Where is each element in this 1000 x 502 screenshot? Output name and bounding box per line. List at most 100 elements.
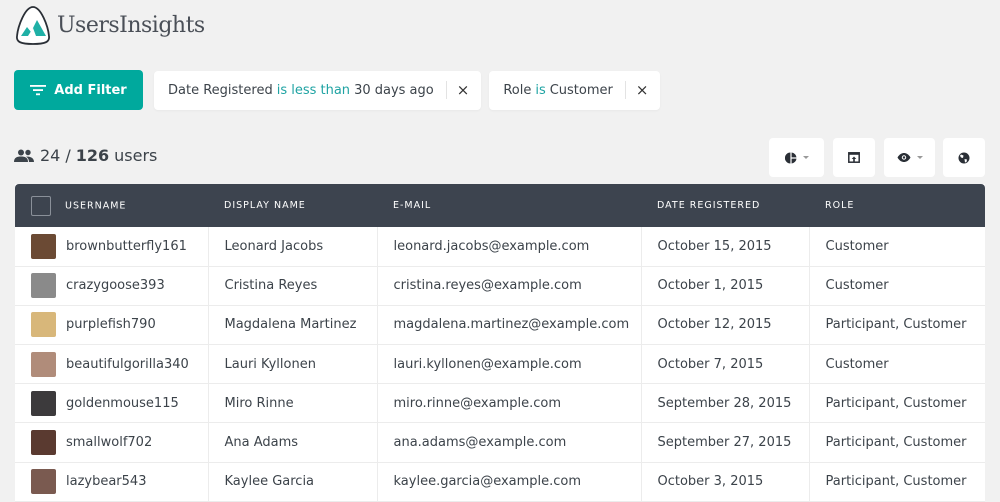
eye-icon xyxy=(897,153,910,162)
users-table: USERNAME DISPLAY NAME E-MAIL DATE REGIST… xyxy=(15,184,985,502)
filter-value: Customer xyxy=(549,82,613,98)
username-cell[interactable]: lazybear543 xyxy=(15,462,209,502)
pie-chart-icon xyxy=(784,152,796,163)
display-name-cell: Magdalena Martinez xyxy=(208,305,378,345)
username-cell[interactable]: goldenmouse115 xyxy=(15,383,209,423)
shown-count: 24 xyxy=(40,146,61,165)
username-cell[interactable]: purplefish790 xyxy=(15,305,209,345)
avatar xyxy=(31,469,56,495)
email-cell: leonard.jacobs@example.com xyxy=(377,227,642,267)
date-registered-cell: October 7, 2015 xyxy=(641,344,810,384)
filter-chip-role[interactable]: Role is Customer × xyxy=(489,70,661,110)
filter-icon xyxy=(30,85,47,96)
remove-filter-icon[interactable]: × xyxy=(636,81,649,99)
role-cell: Participant, Customer xyxy=(825,395,967,411)
filter-operator: is xyxy=(535,82,546,98)
role-cell: Participant, Customer xyxy=(825,435,967,451)
date-registered-cell: September 28, 2015 xyxy=(641,383,810,423)
filter-field: Role xyxy=(503,82,532,98)
avatar xyxy=(31,390,56,416)
username[interactable]: crazygoose393 xyxy=(66,278,165,293)
display-name-cell: Miro Rinne xyxy=(208,383,378,423)
username[interactable]: lazybear543 xyxy=(66,474,146,489)
username-cell[interactable]: brownbutterfly161 xyxy=(15,227,209,267)
date-registered-cell: September 27, 2015 xyxy=(641,422,810,463)
username[interactable]: goldenmouse115 xyxy=(66,396,179,411)
columns-visibility-button[interactable] xyxy=(884,138,935,177)
remove-filter-icon[interactable]: × xyxy=(457,81,470,99)
users-icon xyxy=(14,149,34,162)
column-header-username[interactable]: USERNAME xyxy=(15,184,208,227)
email-cell: miro.rinne@example.com xyxy=(377,383,642,423)
column-header-email[interactable]: E-MAIL xyxy=(377,184,641,227)
email-cell: ana.adams@example.com xyxy=(377,422,642,463)
display-name-cell: Ana Adams xyxy=(208,422,378,463)
count-separator: / xyxy=(65,146,71,165)
table-row[interactable]: goldenmouse115 Miro Rinne miro.rinne@examp… xyxy=(15,383,985,423)
date-registered-cell: October 15, 2015 xyxy=(641,227,810,267)
filter-bar: Add Filter Date Registered is less than … xyxy=(14,70,661,110)
table-row[interactable]: lazybear543 Kaylee Garcia kaylee.garcia@ex… xyxy=(15,462,985,502)
user-count: 24 / 126 users xyxy=(14,146,157,165)
display-name-cell: Lauri Kyllonen xyxy=(208,344,378,384)
role-cell: Customer xyxy=(825,278,889,294)
filter-field: Date Registered xyxy=(168,82,273,98)
date-registered-cell: October 1, 2015 xyxy=(641,266,810,306)
filter-chip-date-registered[interactable]: Date Registered is less than 30 days ago… xyxy=(154,70,482,110)
filter-operator: is less than xyxy=(276,82,351,98)
avatar xyxy=(31,430,56,456)
table-row[interactable]: brownbutterfly161 Leonard Jacobs leonard.j… xyxy=(15,227,985,267)
role-cell: Participant, Customer xyxy=(825,317,967,333)
role-cell: Customer xyxy=(825,356,889,372)
email-cell: cristina.reyes@example.com xyxy=(377,266,642,306)
divider xyxy=(624,81,626,99)
export-icon xyxy=(848,152,860,163)
table-header-row: USERNAME DISPLAY NAME E-MAIL DATE REGIST… xyxy=(15,184,985,227)
table-row[interactable]: smallwolf702 Ana Adams ana.adams@example.c… xyxy=(15,422,985,463)
date-registered-cell: October 3, 2015 xyxy=(641,462,810,502)
column-label: USERNAME xyxy=(65,200,127,211)
segments-button[interactable] xyxy=(769,138,824,177)
avatar xyxy=(31,273,56,299)
table-row[interactable]: beautifulgorilla340 Lauri Kyllonen lauri.k… xyxy=(15,344,985,384)
app-title: UsersInsights xyxy=(57,12,205,38)
globe-icon xyxy=(958,152,970,163)
mountain-logo-icon xyxy=(16,6,50,45)
username[interactable]: smallwolf702 xyxy=(66,435,152,450)
date-registered-cell: October 12, 2015 xyxy=(641,305,810,345)
app-logo[interactable]: UsersInsights xyxy=(15,4,205,46)
username[interactable]: purplefish790 xyxy=(66,317,156,332)
column-header-date-registered[interactable]: DATE REGISTERED xyxy=(641,184,809,227)
display-name-cell: Cristina Reyes xyxy=(208,266,378,306)
email-cell: magdalena.martinez@example.com xyxy=(377,305,642,345)
table-row[interactable]: purplefish790 Magdalena Martinez magdalena… xyxy=(15,305,985,345)
chevron-down-icon xyxy=(916,156,923,159)
username-cell[interactable]: smallwolf702 xyxy=(15,422,209,463)
add-filter-label: Add Filter xyxy=(54,82,127,98)
column-header-display-name[interactable]: DISPLAY NAME xyxy=(208,184,377,227)
username[interactable]: brownbutterfly161 xyxy=(66,239,187,254)
display-name-cell: Kaylee Garcia xyxy=(208,462,378,502)
role-cell: Customer xyxy=(825,238,889,254)
chevron-down-icon xyxy=(802,156,809,159)
avatar xyxy=(31,312,56,338)
display-name-cell: Leonard Jacobs xyxy=(208,227,378,267)
email-cell: kaylee.garcia@example.com xyxy=(377,462,642,502)
username[interactable]: beautifulgorilla340 xyxy=(66,357,189,372)
username-cell[interactable]: beautifulgorilla340 xyxy=(15,344,209,384)
export-button[interactable] xyxy=(833,138,875,177)
divider xyxy=(445,81,447,99)
username-cell[interactable]: crazygoose393 xyxy=(15,266,209,306)
column-header-role[interactable]: ROLE xyxy=(809,184,985,227)
add-filter-button[interactable]: Add Filter xyxy=(14,70,143,110)
filter-value: 30 days ago xyxy=(354,82,434,98)
total-count: 126 xyxy=(75,146,110,165)
count-unit: users xyxy=(114,146,158,165)
select-all-checkbox[interactable] xyxy=(31,195,51,216)
map-view-button[interactable] xyxy=(943,138,985,177)
avatar xyxy=(31,351,56,377)
table-row[interactable]: crazygoose393 Cristina Reyes cristina.reye… xyxy=(15,266,985,306)
avatar xyxy=(31,233,56,259)
email-cell: lauri.kyllonen@example.com xyxy=(377,344,642,384)
role-cell: Participant, Customer xyxy=(825,474,967,490)
